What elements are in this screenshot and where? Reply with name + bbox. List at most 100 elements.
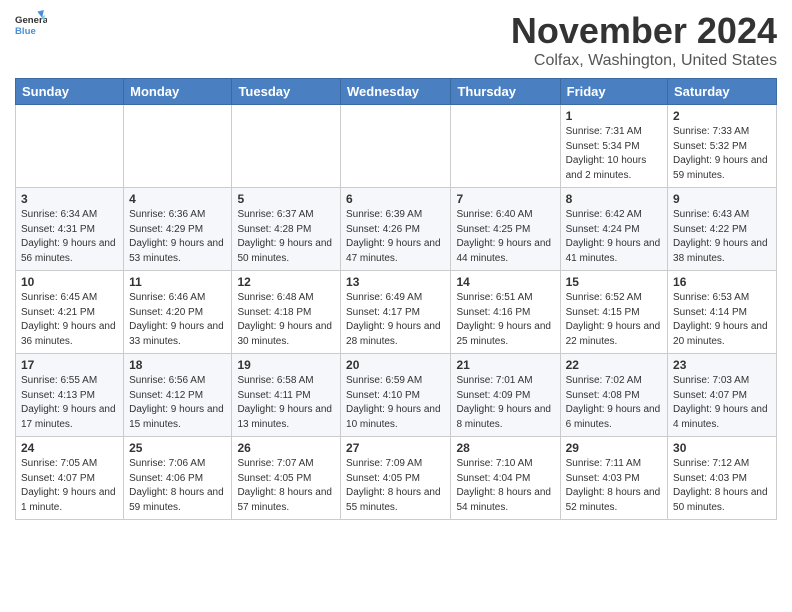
day-info: Sunrise: 7:06 AM Sunset: 4:06 PM Dayligh… xyxy=(129,457,226,515)
day-info: Sunrise: 7:02 AM Sunset: 4:08 PM Dayligh… xyxy=(566,374,662,432)
day-info: Sunrise: 6:56 AM Sunset: 4:12 PM Dayligh… xyxy=(129,374,226,432)
day-info: Sunrise: 6:48 AM Sunset: 4:18 PM Dayligh… xyxy=(237,291,335,349)
day-number: 23 xyxy=(673,358,771,372)
day-number: 29 xyxy=(566,441,662,455)
day-info: Sunrise: 6:58 AM Sunset: 4:11 PM Dayligh… xyxy=(237,374,335,432)
calendar-cell: 28Sunrise: 7:10 AM Sunset: 4:04 PM Dayli… xyxy=(451,437,560,520)
calendar-cell: 3 Sunrise: 6:34 AM Sunset: 4:31 PM Daylig… xyxy=(16,188,124,271)
header-day: Friday xyxy=(560,79,667,105)
header-day: Thursday xyxy=(451,79,560,105)
calendar-cell: 20 Sunrise: 6:59 AM Sunset: 4:10 PM Dayli… xyxy=(341,354,451,437)
calendar-cell: 30 Sunrise: 7:12 AM Sunset: 4:03 PM Dayli… xyxy=(668,437,777,520)
day-number: 22 xyxy=(566,358,662,372)
calendar-table: SundayMondayTuesdayWednesdayThursdayFrid… xyxy=(15,78,777,520)
calendar-cell: 21 Sunrise: 7:01 AM Sunset: 4:09 PM Dayli… xyxy=(451,354,560,437)
day-info: Sunrise: 6:46 AM Sunset: 4:20 PM Dayligh… xyxy=(129,291,226,349)
calendar-header: SundayMondayTuesdayWednesdayThursdayFrid… xyxy=(16,79,777,105)
day-info: Sunrise: 7:12 AM Sunset: 4:03 PM Dayligh… xyxy=(673,457,771,515)
day-number: 24 xyxy=(21,441,118,455)
header-day: Tuesday xyxy=(232,79,341,105)
calendar-cell: 14 Sunrise: 6:51 AM Sunset: 4:16 PM Dayli… xyxy=(451,271,560,354)
calendar-week: 3 Sunrise: 6:34 AM Sunset: 4:31 PM Daylig… xyxy=(16,188,777,271)
day-info: Sunrise: 6:39 AM Sunset: 4:26 PM Dayligh… xyxy=(346,208,445,266)
day-info: Sunrise: 6:34 AM Sunset: 4:31 PM Dayligh… xyxy=(21,208,118,266)
calendar-body: 1 Sunrise: 7:31 AM Sunset: 5:34 PM Daylig… xyxy=(16,105,777,520)
day-number: 12 xyxy=(237,275,335,289)
day-number: 30 xyxy=(673,441,771,455)
day-info: Sunrise: 6:52 AM Sunset: 4:15 PM Dayligh… xyxy=(566,291,662,349)
header-day: Monday xyxy=(124,79,232,105)
day-number: 14 xyxy=(456,275,554,289)
day-info: Sunrise: 6:49 AM Sunset: 4:17 PM Dayligh… xyxy=(346,291,445,349)
day-info: Sunrise: 6:51 AM Sunset: 4:16 PM Dayligh… xyxy=(456,291,554,349)
calendar-cell: 6 Sunrise: 6:39 AM Sunset: 4:26 PM Daylig… xyxy=(341,188,451,271)
day-number: 10 xyxy=(21,275,118,289)
day-number: 4 xyxy=(129,192,226,206)
calendar-cell: 13 Sunrise: 6:49 AM Sunset: 4:17 PM Dayli… xyxy=(341,271,451,354)
calendar-cell: 4 Sunrise: 6:36 AM Sunset: 4:29 PM Daylig… xyxy=(124,188,232,271)
calendar-cell: 9 Sunrise: 6:43 AM Sunset: 4:22 PM Daylig… xyxy=(668,188,777,271)
calendar-week: 24 Sunrise: 7:05 AM Sunset: 4:07 PM Dayli… xyxy=(16,437,777,520)
calendar-cell: 7 Sunrise: 6:40 AM Sunset: 4:25 PM Daylig… xyxy=(451,188,560,271)
calendar-cell: 18Sunrise: 6:56 AM Sunset: 4:12 PM Dayli… xyxy=(124,354,232,437)
calendar-cell: 23 Sunrise: 7:03 AM Sunset: 4:07 PM Dayli… xyxy=(668,354,777,437)
subtitle: Colfax, Washington, United States xyxy=(511,52,777,70)
day-info: Sunrise: 7:31 AM Sunset: 5:34 PM Dayligh… xyxy=(566,125,662,183)
day-number: 27 xyxy=(346,441,445,455)
day-info: Sunrise: 6:55 AM Sunset: 4:13 PM Dayligh… xyxy=(21,374,118,432)
day-info: Sunrise: 6:36 AM Sunset: 4:29 PM Dayligh… xyxy=(129,208,226,266)
day-info: Sunrise: 7:07 AM Sunset: 4:05 PM Dayligh… xyxy=(237,457,335,515)
day-number: 9 xyxy=(673,192,771,206)
calendar-cell: 10 Sunrise: 6:45 AM Sunset: 4:21 PM Dayli… xyxy=(16,271,124,354)
day-number: 20 xyxy=(346,358,445,372)
day-number: 15 xyxy=(566,275,662,289)
header-day: Sunday xyxy=(16,79,124,105)
day-number: 11 xyxy=(129,275,226,289)
day-number: 3 xyxy=(21,192,118,206)
calendar-cell: 1 Sunrise: 7:31 AM Sunset: 5:34 PM Daylig… xyxy=(560,105,667,188)
logo-icon: GeneralBlue xyxy=(15,10,47,42)
day-number: 8 xyxy=(566,192,662,206)
calendar-cell xyxy=(232,105,341,188)
calendar-week: 1 Sunrise: 7:31 AM Sunset: 5:34 PM Daylig… xyxy=(16,105,777,188)
day-number: 7 xyxy=(456,192,554,206)
calendar-cell: 22 Sunrise: 7:02 AM Sunset: 4:08 PM Dayli… xyxy=(560,354,667,437)
calendar-cell: 26 Sunrise: 7:07 AM Sunset: 4:05 PM Dayli… xyxy=(232,437,341,520)
day-info: Sunrise: 6:45 AM Sunset: 4:21 PM Dayligh… xyxy=(21,291,118,349)
title-block: November 2024 Colfax, Washington, United… xyxy=(511,10,777,70)
day-info: Sunrise: 7:09 AM Sunset: 4:05 PM Dayligh… xyxy=(346,457,445,515)
day-info: Sunrise: 7:01 AM Sunset: 4:09 PM Dayligh… xyxy=(456,374,554,432)
calendar-cell xyxy=(124,105,232,188)
day-info: Sunrise: 6:43 AM Sunset: 4:22 PM Dayligh… xyxy=(673,208,771,266)
day-number: 25 xyxy=(129,441,226,455)
page-header: GeneralBlue November 2024 Colfax, Washin… xyxy=(15,10,777,70)
day-info: Sunrise: 7:10 AM Sunset: 4:04 PM Dayligh… xyxy=(456,457,554,515)
day-number: 6 xyxy=(346,192,445,206)
calendar-week: 10 Sunrise: 6:45 AM Sunset: 4:21 PM Dayli… xyxy=(16,271,777,354)
calendar-cell: 5Sunrise: 6:37 AM Sunset: 4:28 PM Daylig… xyxy=(232,188,341,271)
day-info: Sunrise: 6:59 AM Sunset: 4:10 PM Dayligh… xyxy=(346,374,445,432)
calendar-cell: 2Sunrise: 7:33 AM Sunset: 5:32 PM Daylig… xyxy=(668,105,777,188)
day-number: 21 xyxy=(456,358,554,372)
page-container: GeneralBlue November 2024 Colfax, Washin… xyxy=(0,0,792,530)
day-info: Sunrise: 7:05 AM Sunset: 4:07 PM Dayligh… xyxy=(21,457,118,515)
calendar-cell: 8Sunrise: 6:42 AM Sunset: 4:24 PM Daylig… xyxy=(560,188,667,271)
day-number: 26 xyxy=(237,441,335,455)
calendar-cell: 16 Sunrise: 6:53 AM Sunset: 4:14 PM Dayli… xyxy=(668,271,777,354)
day-number: 1 xyxy=(566,109,662,123)
calendar-cell xyxy=(16,105,124,188)
calendar-cell: 27 Sunrise: 7:09 AM Sunset: 4:05 PM Dayli… xyxy=(341,437,451,520)
day-number: 17 xyxy=(21,358,118,372)
day-number: 19 xyxy=(237,358,335,372)
calendar-cell: 15 Sunrise: 6:52 AM Sunset: 4:15 PM Dayli… xyxy=(560,271,667,354)
day-number: 16 xyxy=(673,275,771,289)
day-info: Sunrise: 7:03 AM Sunset: 4:07 PM Dayligh… xyxy=(673,374,771,432)
header-day: Saturday xyxy=(668,79,777,105)
day-info: Sunrise: 6:53 AM Sunset: 4:14 PM Dayligh… xyxy=(673,291,771,349)
day-number: 13 xyxy=(346,275,445,289)
calendar-cell: 11 Sunrise: 6:46 AM Sunset: 4:20 PM Dayli… xyxy=(124,271,232,354)
day-info: Sunrise: 6:40 AM Sunset: 4:25 PM Dayligh… xyxy=(456,208,554,266)
day-number: 5 xyxy=(237,192,335,206)
calendar-cell: 12 Sunrise: 6:48 AM Sunset: 4:18 PM Dayli… xyxy=(232,271,341,354)
calendar-cell: 17 Sunrise: 6:55 AM Sunset: 4:13 PM Dayli… xyxy=(16,354,124,437)
